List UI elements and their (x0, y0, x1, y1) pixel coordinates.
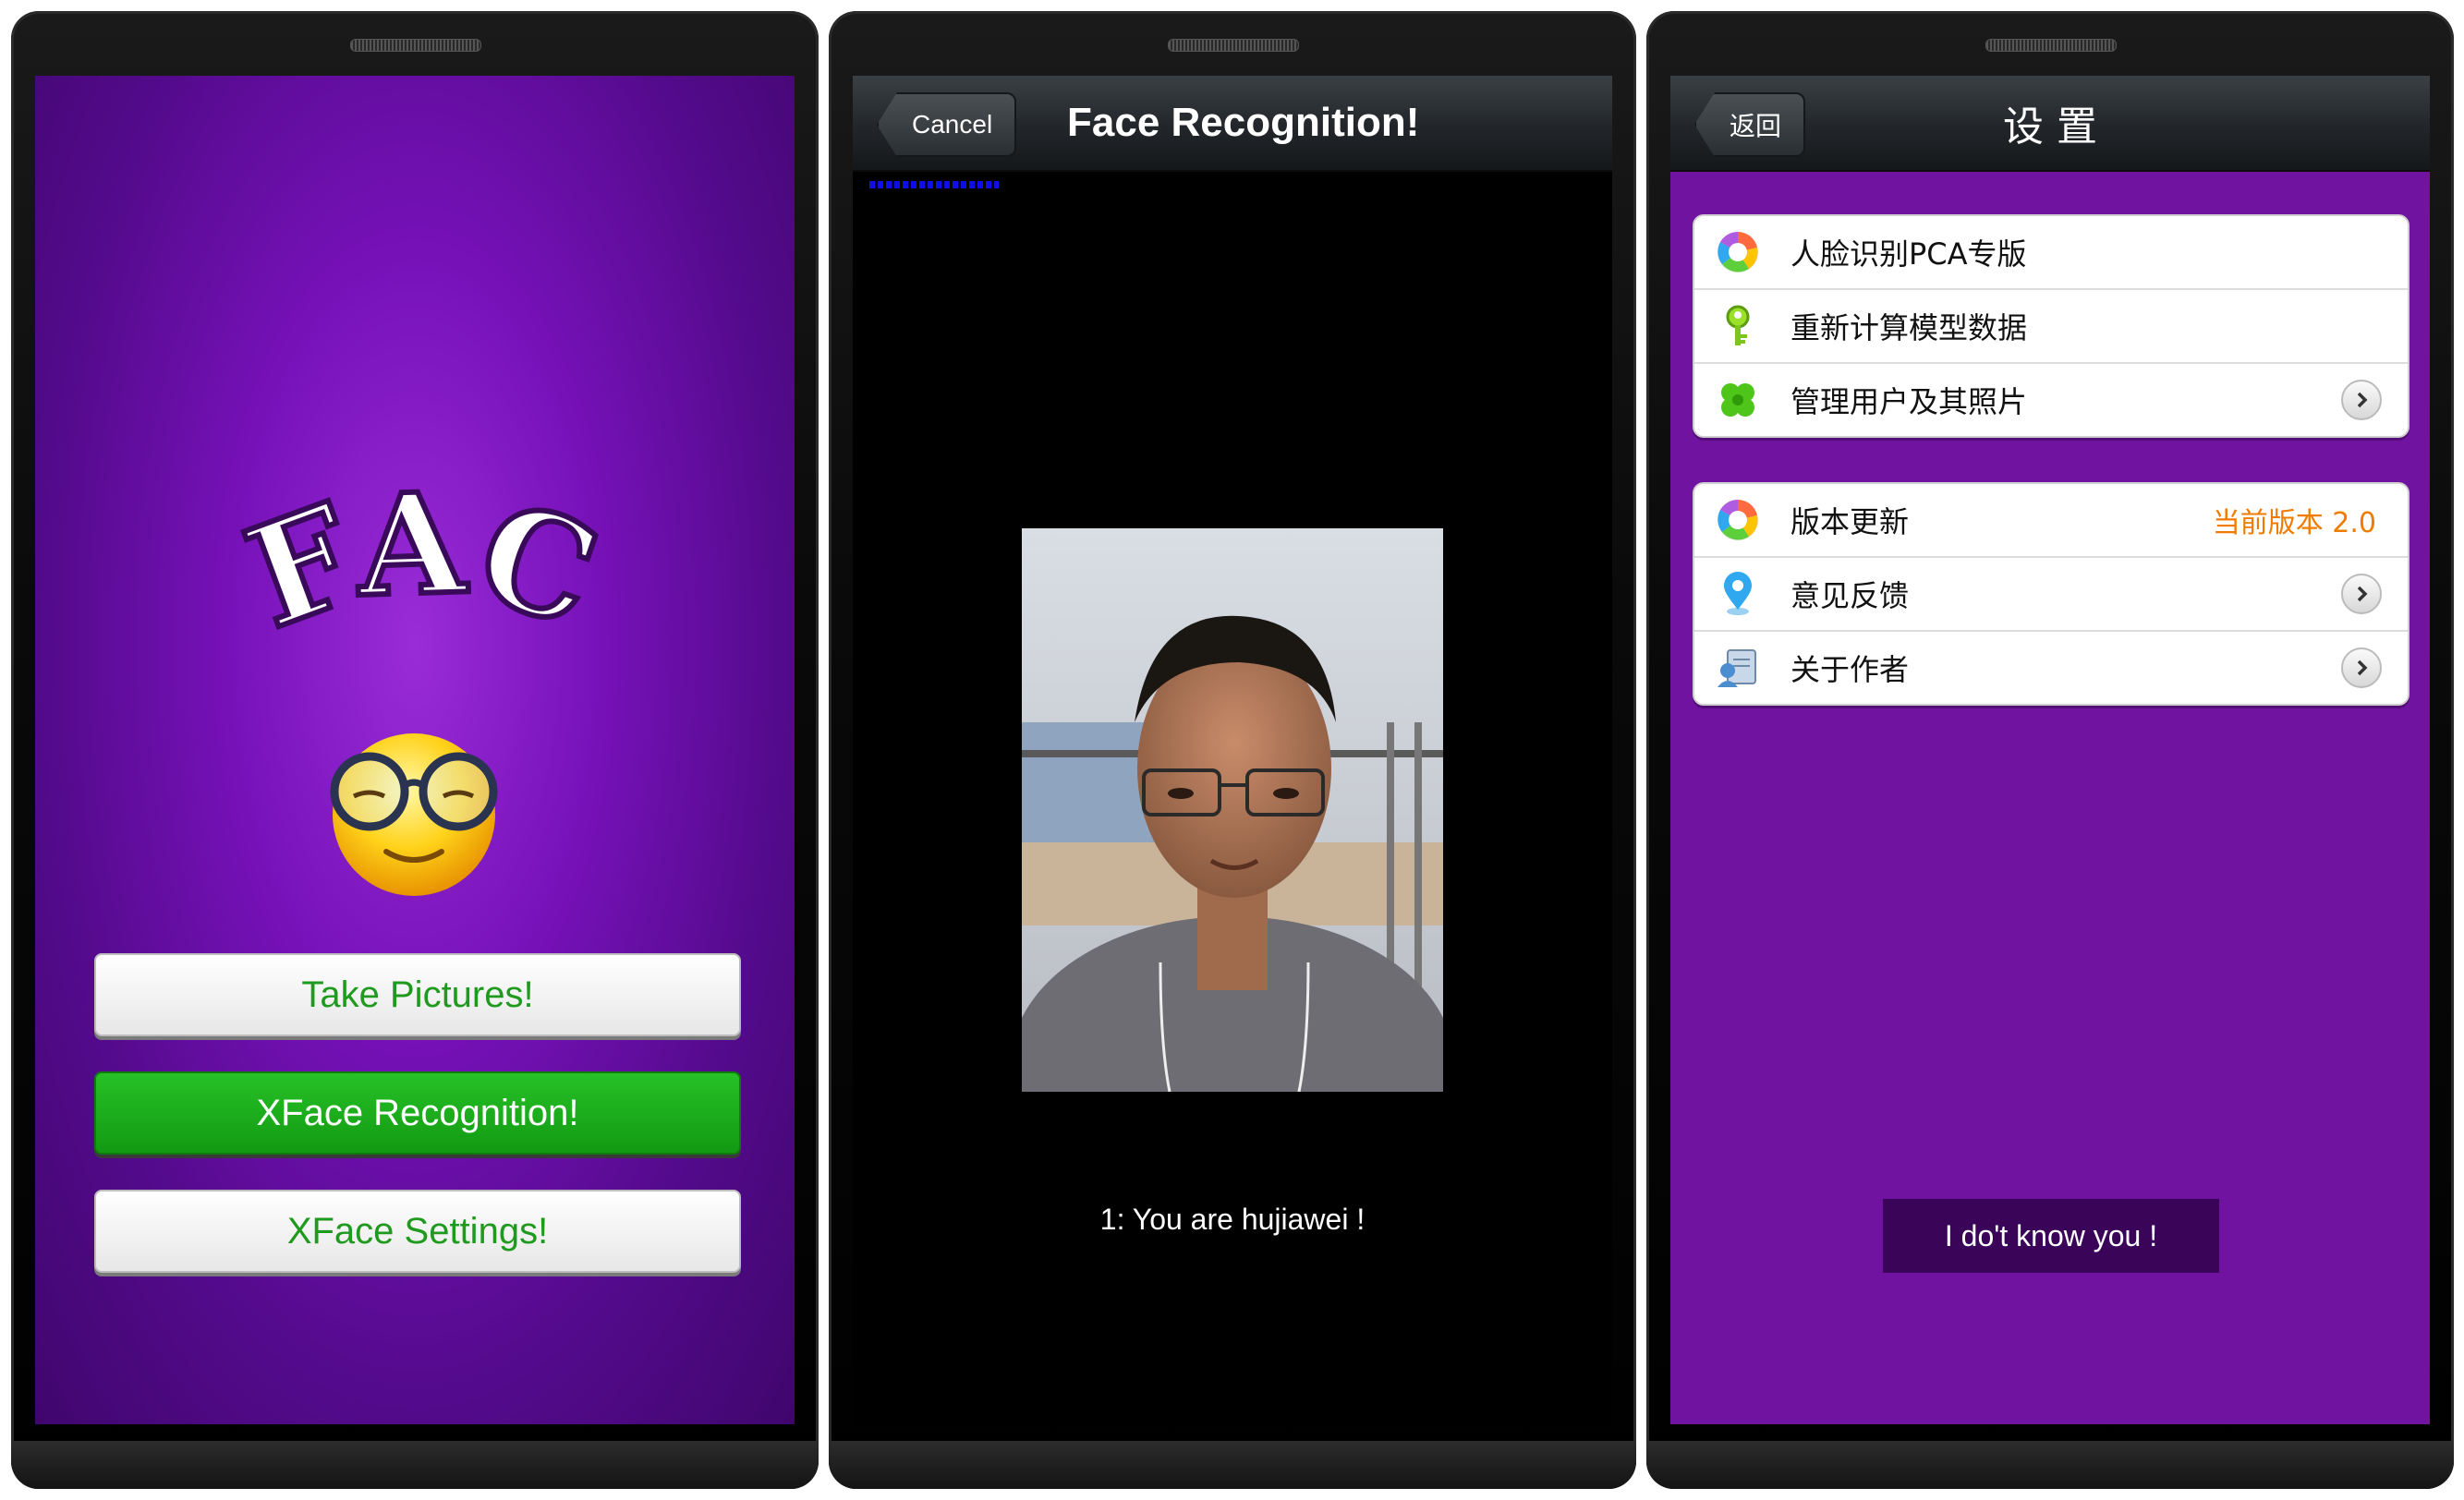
settings-group-1: 人脸识别PCA专版 重新计算模型数据 管理用户及其照片 (1693, 214, 2409, 438)
settings-item-recompute[interactable]: 重新计算模型数据 (1694, 290, 2408, 364)
take-pictures-button[interactable]: Take Pictures! (94, 953, 741, 1036)
settings-item-version-update[interactable]: 版本更新 当前版本 2.0 (1694, 484, 2408, 558)
speaker-grille (350, 39, 481, 52)
xface-recognition-label: XFace Recognition! (256, 1092, 579, 1133)
xface-recognition-button[interactable]: XFace Recognition! (94, 1071, 741, 1155)
current-version-value: 当前版本 2.0 (2212, 507, 2376, 539)
settings-item-label: 版本更新 (1790, 504, 1910, 539)
toast-message: I do't know you ! (1883, 1199, 2219, 1273)
cancel-button[interactable]: Cancel (877, 92, 1017, 157)
phone-chin (11, 1441, 819, 1489)
settings-screen: 返回 设 置 人脸识别PCA专版 重新计算模型数据 管理用户及其照片 版本更新 … (1670, 76, 2430, 1424)
chevron-right-icon (2341, 647, 2382, 688)
phone-frame-2: Cancel Face Recognition! 1: You are huji… (829, 11, 1636, 1489)
key-icon (1726, 305, 1750, 345)
speaker-grille (1168, 39, 1299, 52)
take-pictures-label: Take Pictures! (301, 974, 534, 1015)
user-card-icon (1718, 649, 1756, 687)
home-screen: XFACE Take Pictures! XFace Recognitio (35, 76, 795, 1424)
aperture-icon (1718, 232, 1758, 272)
xface-logo: XFACE (211, 473, 619, 662)
phone-frame-1: XFACE Take Pictures! XFace Recognitio (11, 11, 819, 1489)
chevron-right-icon (2341, 380, 2382, 420)
settings-item-manage-users[interactable]: 管理用户及其照片 (1694, 364, 2408, 436)
speaker-grille (1985, 39, 2117, 52)
xface-settings-button[interactable]: XFace Settings! (94, 1190, 741, 1273)
camera-face-photo (1022, 528, 1443, 1092)
nav-bar: Cancel Face Recognition! (853, 76, 1612, 172)
recognition-screen: Cancel Face Recognition! 1: You are huji… (853, 76, 1612, 1424)
settings-item-about-author[interactable]: 关于作者 (1694, 632, 2408, 704)
settings-item-label: 人脸识别PCA专版 (1790, 236, 2027, 272)
xface-settings-label: XFace Settings! (286, 1210, 549, 1252)
page-title: Face Recognition! (1067, 100, 1420, 145)
settings-group-2: 版本更新 当前版本 2.0 意见反馈 关于作者 (1693, 482, 2409, 706)
phone-chin (1646, 1441, 2454, 1489)
clover-icon (1721, 383, 1754, 417)
debug-overlay-text (869, 181, 999, 188)
settings-item-label: 意见反馈 (1790, 578, 1910, 613)
chevron-right-icon (2341, 574, 2382, 614)
glasses-smiley-icon (330, 733, 498, 896)
phone-chin (829, 1441, 1636, 1489)
aperture-icon (1718, 500, 1758, 540)
page-title: 设 置 (2003, 103, 2097, 151)
phone-frame-3: 返回 设 置 人脸识别PCA专版 重新计算模型数据 管理用户及其照片 版本更新 … (1646, 11, 2454, 1489)
cancel-label: Cancel (912, 110, 993, 139)
settings-item-label: 管理用户及其照片 (1790, 384, 2028, 419)
recognition-result: 1: You are hujiawei ! (1099, 1203, 1366, 1236)
settings-item-pca[interactable]: 人脸识别PCA专版 (1694, 216, 2408, 290)
location-pin-icon (1724, 572, 1752, 615)
settings-item-label: 关于作者 (1790, 652, 1910, 687)
svg-text:XFACE: XFACE (211, 473, 618, 659)
settings-item-feedback[interactable]: 意见反馈 (1694, 558, 2408, 632)
settings-item-label: 重新计算模型数据 (1790, 310, 2028, 345)
nav-bar: 返回 设 置 (1670, 76, 2430, 172)
